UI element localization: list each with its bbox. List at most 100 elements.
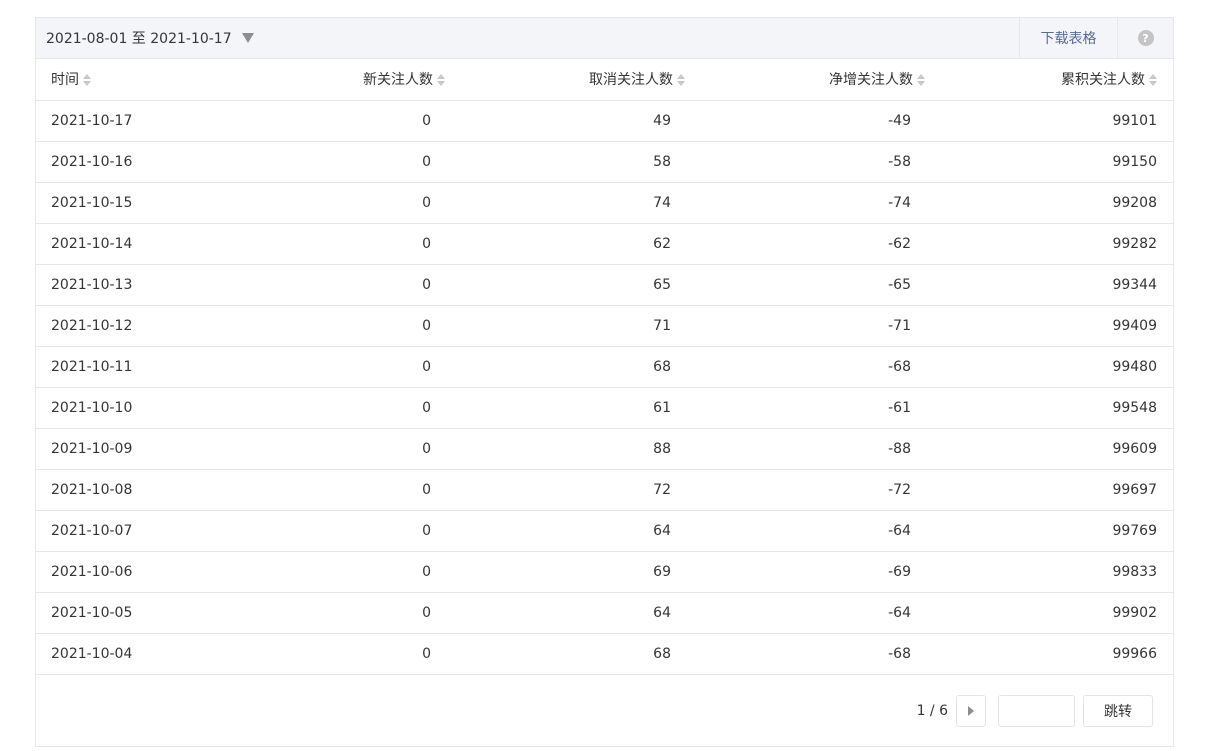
pagination: 1 / 6 跳转 — [917, 694, 1153, 727]
table-cell: 2021-10-08 — [36, 469, 224, 511]
data-table: 时间 新关注人数 取消关注人数 净增关注人数 累积关注人数 2021-10-17 0 49-… — [36, 59, 1173, 675]
table-cell: 64 — [445, 592, 685, 634]
table-cell: -69 — [685, 551, 925, 593]
table-header-row: 时间 新关注人数 取消关注人数 净增关注人数 累积关注人数 — [36, 59, 1173, 101]
sort-up-icon — [437, 74, 445, 80]
table-cell: 61 — [445, 387, 685, 429]
download-table-button[interactable]: 下载表格 — [1019, 18, 1117, 58]
table-cell: 0 — [224, 346, 445, 388]
table-cell: -64 — [685, 592, 925, 634]
chevron-right-icon — [968, 705, 974, 716]
table-cell: 65 — [445, 264, 685, 306]
table-cell: 2021-10-10 — [36, 387, 224, 429]
table-cell: 2021-10-04 — [36, 633, 224, 675]
table-cell: 2021-10-15 — [36, 182, 224, 224]
table-cell: 2021-10-11 — [36, 346, 224, 388]
table-cell: 99150 — [925, 141, 1173, 183]
table-cell: -62 — [685, 223, 925, 265]
table-cell: 71 — [445, 305, 685, 347]
table-cell: 0 — [224, 141, 445, 183]
table-cell: 0 — [224, 633, 445, 675]
table-cell: -58 — [685, 141, 925, 183]
table-cell: 2021-10-06 — [36, 551, 224, 593]
table-cell: 99966 — [925, 633, 1173, 675]
table-cell: 74 — [445, 182, 685, 224]
table-cell: -88 — [685, 428, 925, 470]
table-cell: 99609 — [925, 428, 1173, 470]
table-cell: 69 — [445, 551, 685, 593]
table-body: 2021-10-17 0 49 -49 99101 2021-10-16 0 58 -58 991… — [36, 100, 1173, 675]
column-header-total-followers[interactable]: 累积关注人数 — [925, 59, 1173, 101]
table-row: 2021-10-12 0 71 -71 99409 — [36, 305, 1173, 347]
page-info: 1 / 6 — [916, 702, 948, 719]
table-cell: 2021-10-12 — [36, 305, 224, 347]
table-cell: 99282 — [925, 223, 1173, 265]
next-page-button[interactable] — [956, 694, 986, 727]
table-cell: 0 — [224, 264, 445, 306]
table-cell: 2021-10-13 — [36, 264, 224, 306]
date-range-picker[interactable]: 2021-08-01 至 2021-10-17 — [36, 18, 254, 58]
column-header-label: 取消关注人数 — [589, 72, 673, 89]
sort-down-icon — [917, 81, 925, 87]
table-cell: 99769 — [925, 510, 1173, 552]
table-cell: -72 — [685, 469, 925, 511]
table-cell: 0 — [224, 510, 445, 552]
table-cell: -74 — [685, 182, 925, 224]
download-table-label: 下载表格 — [1040, 31, 1097, 47]
column-header-label: 时间 — [51, 72, 79, 89]
sort-down-icon — [83, 81, 91, 87]
table-row: 2021-10-17 0 49 -49 99101 — [36, 100, 1173, 142]
table-cell: 68 — [445, 633, 685, 675]
jump-button[interactable]: 跳转 — [1083, 694, 1153, 727]
table-cell: 99208 — [925, 182, 1173, 224]
sort-icon — [83, 74, 91, 87]
caret-down-icon — [241, 33, 254, 43]
column-header-label: 新关注人数 — [363, 72, 433, 89]
table-cell: 99548 — [925, 387, 1173, 429]
table-cell: 58 — [445, 141, 685, 183]
table-toolbar: 2021-08-01 至 2021-10-17 下载表格 ? — [36, 18, 1173, 59]
table-cell: 64 — [445, 510, 685, 552]
sort-icon — [917, 74, 925, 87]
sort-icon — [437, 74, 445, 87]
table-cell: 99344 — [925, 264, 1173, 306]
table-cell: 99902 — [925, 592, 1173, 634]
table-cell: 2021-10-07 — [36, 510, 224, 552]
table-row: 2021-10-06 0 69 -69 99833 — [36, 551, 1173, 593]
sort-down-icon — [1149, 81, 1157, 87]
column-header-new-followers[interactable]: 新关注人数 — [224, 59, 445, 101]
help-button[interactable]: ? — [1117, 18, 1173, 58]
table-row: 2021-10-13 0 65 -65 99344 — [36, 264, 1173, 306]
table-row: 2021-10-11 0 68 -68 99480 — [36, 346, 1173, 388]
sort-icon — [1149, 74, 1157, 87]
column-header-unfollows[interactable]: 取消关注人数 — [445, 59, 685, 101]
table-cell: 0 — [224, 100, 445, 142]
table-cell: 99101 — [925, 100, 1173, 142]
data-panel: 2021-08-01 至 2021-10-17 下载表格 ? 时间 新关注人数 取消… — [35, 17, 1174, 747]
table-cell: 99697 — [925, 469, 1173, 511]
table-cell: 68 — [445, 346, 685, 388]
sort-icon — [677, 74, 685, 87]
table-cell: -49 — [685, 100, 925, 142]
table-cell: 99833 — [925, 551, 1173, 593]
table-row: 2021-10-07 0 64 -64 99769 — [36, 510, 1173, 552]
table-cell: -65 — [685, 264, 925, 306]
column-header-net-growth[interactable]: 净增关注人数 — [685, 59, 925, 101]
table-cell: -61 — [685, 387, 925, 429]
table-row: 2021-10-10 0 61 -61 99548 — [36, 387, 1173, 429]
table-cell: -64 — [685, 510, 925, 552]
sort-up-icon — [677, 74, 685, 80]
sort-up-icon — [83, 74, 91, 80]
table-cell: 2021-10-17 — [36, 100, 224, 142]
table-row: 2021-10-08 0 72 -72 99697 — [36, 469, 1173, 511]
table-cell: 2021-10-16 — [36, 141, 224, 183]
table-cell: 2021-10-14 — [36, 223, 224, 265]
table-cell: 0 — [224, 551, 445, 593]
column-header-time[interactable]: 时间 — [36, 59, 224, 101]
table-row: 2021-10-14 0 62 -62 99282 — [36, 223, 1173, 265]
table-cell: 0 — [224, 469, 445, 511]
jump-button-label: 跳转 — [1104, 703, 1132, 720]
page-number-input[interactable] — [998, 694, 1075, 727]
table-cell: 99480 — [925, 346, 1173, 388]
sort-up-icon — [1149, 74, 1157, 80]
